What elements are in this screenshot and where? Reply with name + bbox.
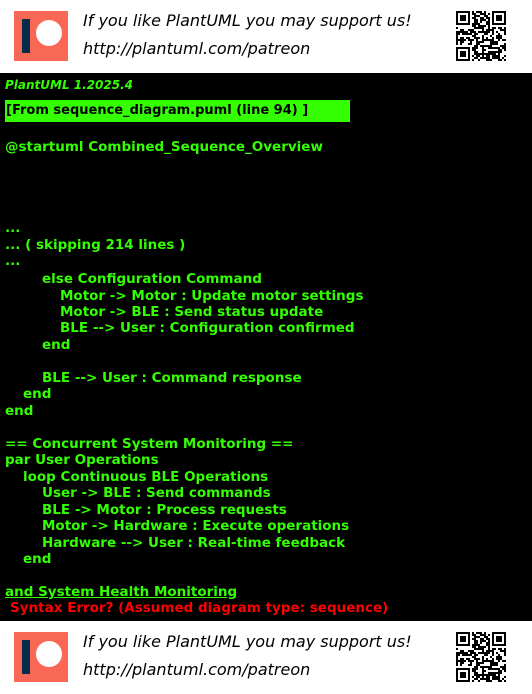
patreon-link[interactable]: http://plantuml.com/patreon xyxy=(83,660,310,679)
code-line: Hardware --> User : Real-time feedback xyxy=(42,535,346,551)
support-message: If you like PlantUML you may support us! xyxy=(83,11,412,30)
code-line: end xyxy=(23,386,52,402)
qr-code-icon xyxy=(456,632,506,682)
error-line: and System Health Monitoring xyxy=(5,584,238,600)
code-line: BLE --> User : Configuration confirmed xyxy=(60,320,355,336)
code-line: end xyxy=(23,551,52,567)
code-line: par User Operations xyxy=(5,452,159,468)
code-line: BLE --> User : Command response xyxy=(42,370,302,386)
code-line: else Configuration Command xyxy=(42,271,262,287)
code-line: Motor -> BLE : Send status update xyxy=(60,304,324,320)
qr-code-icon xyxy=(456,11,506,61)
code-line: end xyxy=(42,337,71,353)
error-console: PlantUML 1.2025.4 [From sequence_diagram… xyxy=(0,73,532,621)
plantuml-version: PlantUML 1.2025.4 xyxy=(5,78,134,92)
syntax-error-message: Syntax Error? (Assumed diagram type: seq… xyxy=(10,600,389,616)
code-line: @startuml Combined_Sequence_Overview xyxy=(5,139,323,155)
patreon-logo-icon xyxy=(14,11,68,61)
code-line: Motor -> Motor : Update motor settings xyxy=(60,288,364,304)
patreon-link[interactable]: http://plantuml.com/patreon xyxy=(83,39,310,58)
code-line: User -> BLE : Send commands xyxy=(42,485,271,501)
bottom-support-banner[interactable]: If you like PlantUML you may support us!… xyxy=(0,621,532,694)
support-message: If you like PlantUML you may support us! xyxy=(83,632,412,651)
source-location-banner: [From sequence_diagram.puml (line 94) ] xyxy=(5,100,350,122)
code-line: BLE -> Motor : Process requests xyxy=(42,502,287,518)
code-line: ... xyxy=(5,220,21,236)
code-line: == Concurrent System Monitoring == xyxy=(5,436,294,452)
patreon-logo-icon xyxy=(14,632,68,682)
code-line: ... xyxy=(5,253,21,269)
code-line: Motor -> Hardware : Execute operations xyxy=(42,518,350,534)
source-location-label: [From sequence_diagram.puml (line 94) ] xyxy=(6,103,309,118)
code-line: ... ( skipping 214 lines ) xyxy=(5,237,186,253)
code-line: end xyxy=(5,403,34,419)
top-support-banner[interactable]: If you like PlantUML you may support us!… xyxy=(0,0,532,73)
code-line: loop Continuous BLE Operations xyxy=(23,469,269,485)
